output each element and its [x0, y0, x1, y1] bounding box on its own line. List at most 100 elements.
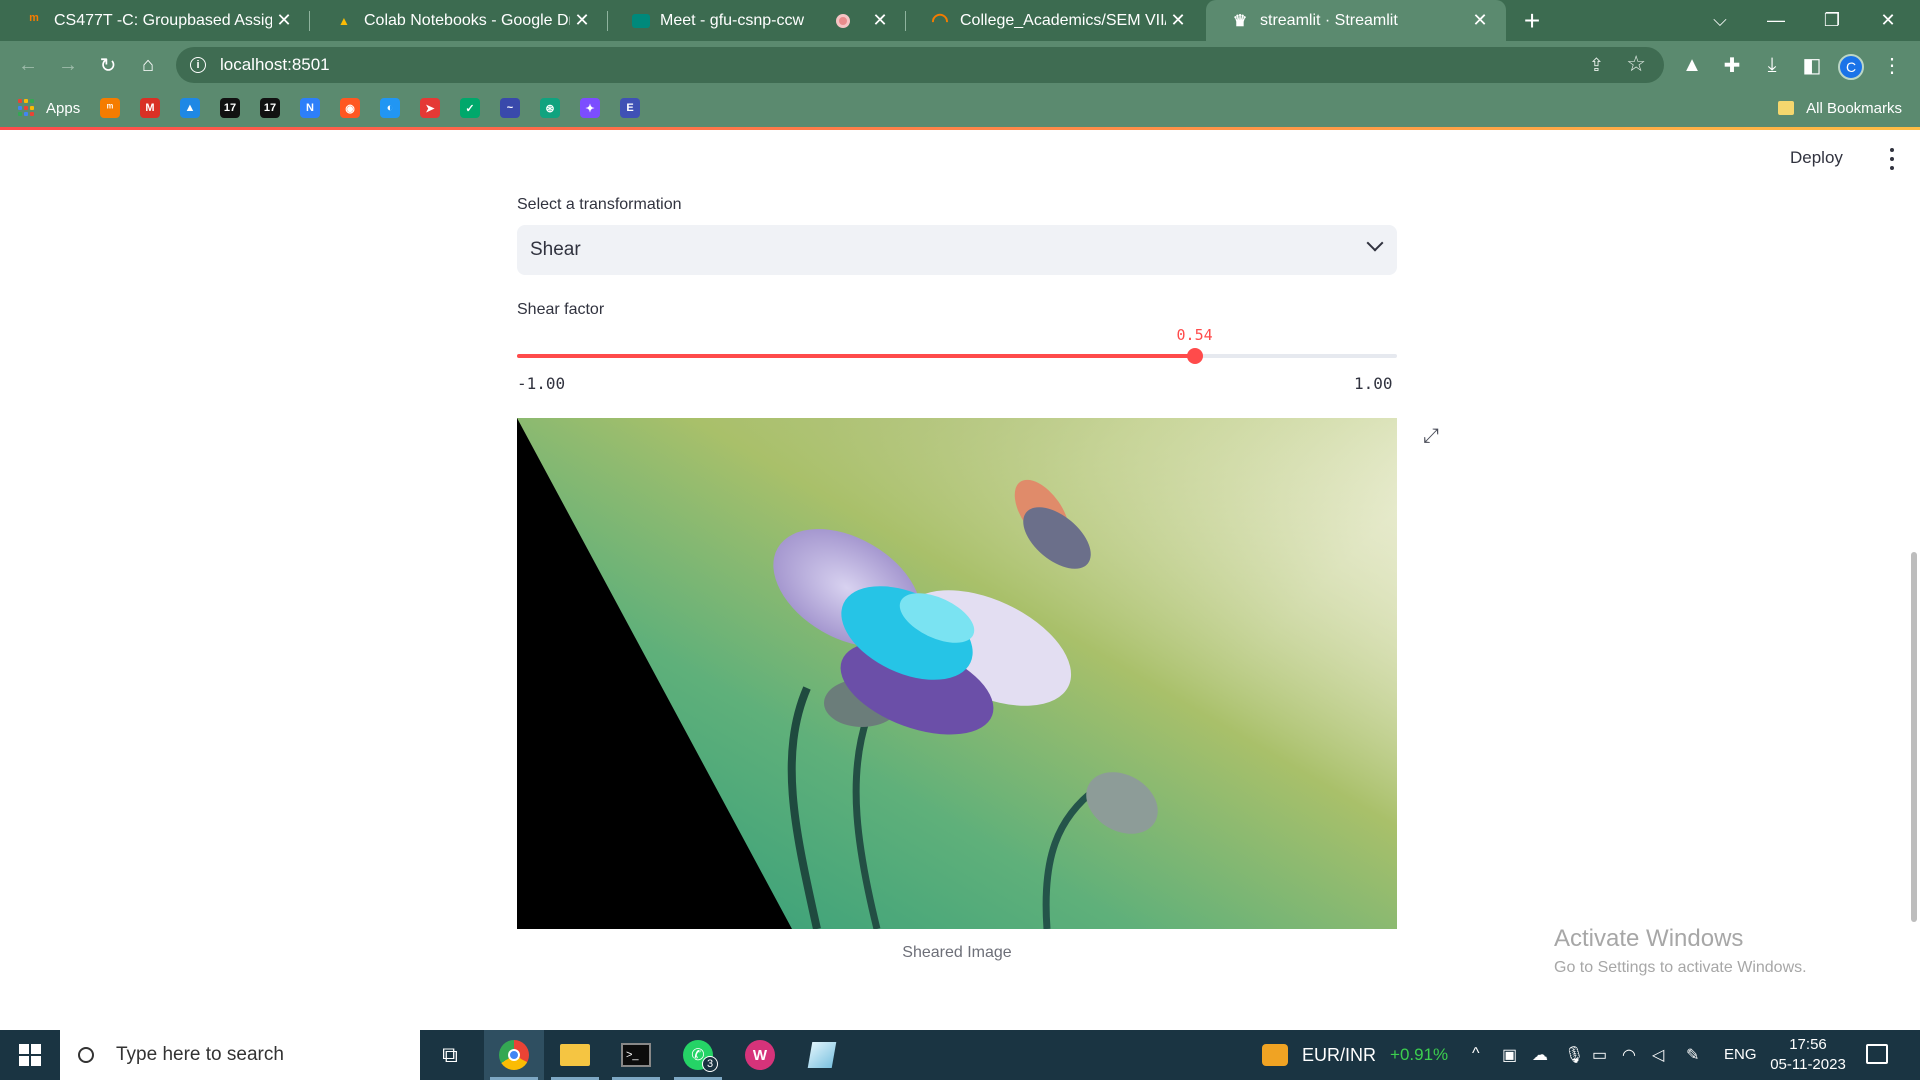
bookmark-app-red-icon[interactable]: ➤: [420, 98, 440, 118]
slider-value: 0.54: [1176, 326, 1213, 344]
bookmark-tradingview-icon[interactable]: 17: [220, 98, 240, 118]
tab-title: streamlit · Streamlit: [1260, 11, 1398, 29]
whatsapp-badge: 3: [702, 1056, 718, 1072]
image-caption: Sheared Image: [902, 944, 1012, 961]
tab-google-drive[interactable]: ▲ Colab Notebooks - Google Drive ✕: [310, 0, 608, 41]
watermark-title: Activate Windows: [1554, 925, 1744, 952]
apps-label: Apps: [46, 99, 81, 117]
pen-icon[interactable]: ✎: [1686, 1045, 1699, 1065]
drive-extension-icon[interactable]: ▲: [1676, 49, 1708, 81]
clock-date: 05-11-2023: [1770, 1056, 1846, 1073]
whatsapp-icon[interactable]: ✆ 3: [668, 1030, 728, 1080]
apps-grid-icon: [18, 99, 36, 117]
streamlit-app: Deploy Select a transformation Shear She…: [0, 130, 1920, 1030]
deploy-button[interactable]: Deploy: [1790, 148, 1843, 168]
tab-title: CS477T -C: Groupbased Assignm: [54, 11, 272, 29]
bookmark-app-wave-icon[interactable]: ~: [500, 98, 520, 118]
tab-search-dropdown-icon[interactable]: ⌵: [1692, 0, 1748, 41]
browser-toolbar: ← → ↻ ⌂ i localhost:8501 ⇪ ☆ ▲ ✚ ⤓ ◧ C ⋮: [0, 41, 1920, 89]
tab-streamlit[interactable]: ♛ streamlit · Streamlit ✕: [1206, 0, 1506, 41]
slider-label: Shear factor: [517, 301, 605, 318]
file-explorer-icon[interactable]: [545, 1030, 605, 1080]
tab-google-meet[interactable]: Meet - gfu-csnp-ccw ✕: [608, 0, 906, 41]
bookmark-star-icon[interactable]: ☆: [1626, 51, 1646, 77]
wifi-icon[interactable]: ◠: [1622, 1045, 1636, 1065]
close-tab-icon[interactable]: ✕: [272, 9, 296, 33]
bookmark-tick-tick-icon[interactable]: ✓: [460, 98, 480, 118]
browser-menu-icon[interactable]: ⋮: [1876, 49, 1908, 81]
close-tab-icon[interactable]: ✕: [1468, 9, 1492, 33]
chrome-taskbar-icon[interactable]: [484, 1030, 544, 1080]
restore-button[interactable]: ❐: [1804, 0, 1860, 41]
bookmark-apps[interactable]: Apps: [18, 98, 80, 118]
wps-office-icon[interactable]: W: [730, 1030, 790, 1080]
tab-moodle[interactable]: ᵐ CS477T -C: Groupbased Assignm ✕: [0, 0, 310, 41]
browser-tab-strip: ᵐ CS477T -C: Groupbased Assignm ✕ ▲ Cola…: [0, 0, 1920, 41]
onedrive-icon[interactable]: ☁: [1532, 1045, 1548, 1065]
jupyter-icon: ◠: [931, 10, 949, 32]
all-bookmarks-label: All Bookmarks: [1806, 99, 1902, 117]
bookmark-gemini-icon[interactable]: ✦: [580, 98, 600, 118]
fullscreen-expand-icon[interactable]: ⤢: [1420, 425, 1442, 447]
main-menu-icon[interactable]: [1882, 148, 1902, 170]
language-indicator[interactable]: ENG: [1724, 1046, 1757, 1063]
recording-indicator-icon: [836, 13, 850, 28]
bookmark-tradingview-alt-icon[interactable]: 17: [260, 98, 280, 118]
meet-now-icon[interactable]: ▣: [1502, 1045, 1517, 1065]
notification-icon[interactable]: [1866, 1044, 1888, 1064]
volume-icon[interactable]: ◁: [1652, 1045, 1664, 1065]
select-value: Shear: [530, 239, 581, 260]
close-window-button[interactable]: ✕: [1860, 0, 1916, 41]
address-bar[interactable]: i localhost:8501 ⇪ ☆: [176, 47, 1664, 83]
slider-max: 1.00: [1354, 374, 1393, 393]
page-scrollbar[interactable]: [1911, 552, 1917, 922]
market-widget[interactable]: EUR/INR +0.91%: [1262, 1030, 1448, 1080]
tab-jupyter[interactable]: ◠ College_Academics/SEM VII/Op ✕: [906, 0, 1204, 41]
home-icon[interactable]: ⌂: [132, 49, 164, 81]
show-hidden-icons-icon[interactable]: ^: [1472, 1045, 1480, 1063]
reload-icon[interactable]: ↻: [92, 49, 124, 81]
bookmark-drive-icon[interactable]: ▲: [180, 98, 200, 118]
close-tab-icon[interactable]: ✕: [1166, 9, 1190, 33]
windows-logo-icon: [19, 1044, 41, 1066]
bookmarks-bar: Apps ᵐ M ▲ 17 17 N ◉ ◐ ➤ ✓ ~ ⊛ ✦ E All Bookmarks: [0, 89, 1920, 127]
slider-thumb[interactable]: [1186, 348, 1203, 364]
all-bookmarks-button[interactable]: All Bookmarks: [1778, 98, 1902, 118]
transformation-select[interactable]: Shear: [517, 225, 1397, 275]
share-icon[interactable]: ⇪: [1589, 55, 1604, 76]
bookmark-app-orange-icon[interactable]: ◉: [340, 98, 360, 118]
battery-icon[interactable]: ▭: [1592, 1045, 1607, 1065]
app-crystal-icon[interactable]: [792, 1030, 852, 1080]
clock[interactable]: 17:56 05-11-2023: [1768, 1035, 1848, 1075]
tab-title: Colab Notebooks - Google Drive: [364, 11, 570, 29]
slider-fill: [517, 354, 1195, 358]
forward-icon[interactable]: →: [52, 49, 84, 81]
minimize-button[interactable]: —: [1748, 0, 1804, 41]
bookmark-app-blue-icon[interactable]: ◐: [380, 98, 400, 118]
profile-avatar[interactable]: C: [1838, 54, 1864, 80]
new-tab-button[interactable]: +: [1518, 4, 1546, 38]
taskbar-search[interactable]: Type here to search: [60, 1030, 420, 1080]
shear-factor-slider[interactable]: [517, 348, 1397, 364]
bookmark-chatgpt-icon[interactable]: ⊛: [540, 98, 560, 118]
close-tab-icon[interactable]: ✕: [570, 9, 594, 33]
bookmark-notion-icon[interactable]: N: [300, 98, 320, 118]
chevron-down-icon: [1366, 234, 1384, 252]
site-info-icon[interactable]: i: [190, 57, 206, 73]
tab-title: College_Academics/SEM VII/Op: [960, 11, 1166, 29]
microphone-icon[interactable]: 🎙: [1564, 1045, 1584, 1065]
bookmark-gmail-icon[interactable]: M: [140, 98, 160, 118]
extensions-puzzle-icon[interactable]: ✚: [1716, 49, 1748, 81]
market-delta: +0.91%: [1390, 1045, 1449, 1064]
back-icon[interactable]: ←: [12, 49, 44, 81]
close-tab-icon[interactable]: ✕: [868, 9, 892, 33]
task-view-icon[interactable]: ⧉: [420, 1030, 480, 1080]
bookmark-moodle-icon[interactable]: ᵐ: [100, 98, 120, 118]
select-label: Select a transformation: [517, 196, 682, 213]
bookmark-app-e-icon[interactable]: E: [620, 98, 640, 118]
terminal-icon[interactable]: >_: [606, 1030, 666, 1080]
google-drive-icon: ▲: [338, 13, 350, 28]
side-panel-icon[interactable]: ◧: [1796, 49, 1828, 81]
start-button[interactable]: [0, 1030, 60, 1080]
download-icon[interactable]: ⤓: [1756, 49, 1788, 81]
